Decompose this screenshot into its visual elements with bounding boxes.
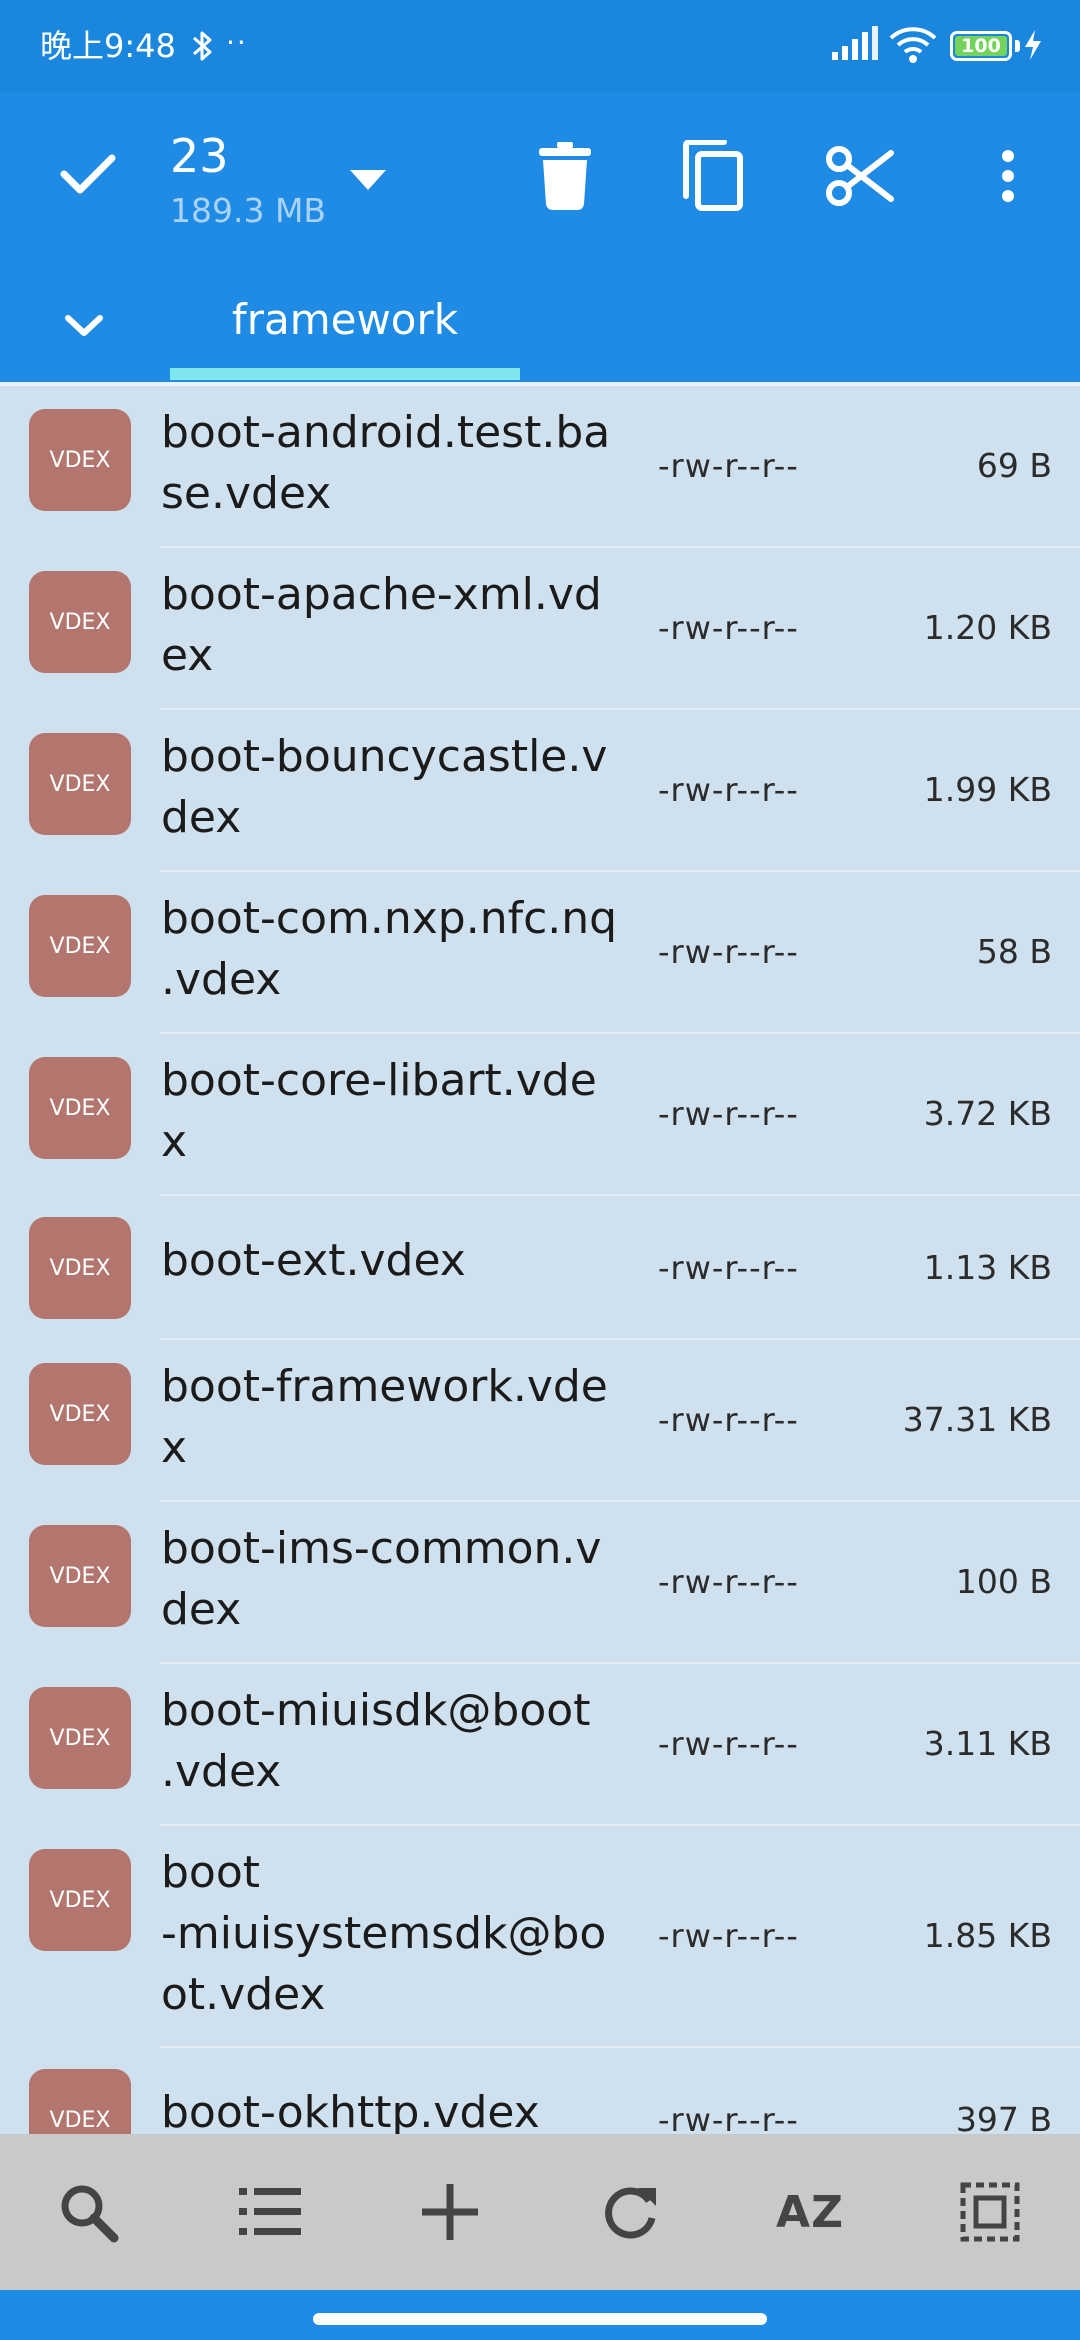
list-item[interactable]: VDEX boot-okhttp.vdex -rw-r--r-- 397 B: [0, 2048, 1080, 2134]
file-size: 1.85 KB: [923, 1916, 1052, 1955]
bluetooth-icon: [190, 28, 216, 68]
file-name: boot-core-libart.vde x: [161, 1055, 597, 1167]
selected-size: 189.3 MB: [170, 191, 327, 230]
search-icon[interactable]: [40, 2164, 136, 2260]
battery-level: 100: [961, 35, 1001, 57]
file-size: 1.99 KB: [923, 770, 1052, 809]
list-item[interactable]: VDEX boot-ims-common.v dex -rw-r--r-- 10…: [0, 1502, 1080, 1664]
tab-framework-label: framework: [231, 295, 459, 344]
status-time: 晚上9:48: [40, 27, 176, 65]
selection-toolbar: 23 189.3 MB framework: [0, 92, 1080, 382]
file-name: boot-miuisdk@boot .vdex: [161, 1685, 591, 1797]
status-bar: 晚上9:48 ·· 100: [0, 0, 1080, 92]
file-name: boot-com.nxp.nfc.nq .vdex: [161, 893, 618, 1005]
vdex-file-icon: VDEX: [29, 2069, 131, 2134]
file-size: 37.31 KB: [902, 1400, 1052, 1439]
vdex-file-icon: VDEX: [29, 1057, 131, 1159]
file-size: 58 B: [976, 932, 1052, 971]
file-permissions: -rw-r--r--: [658, 933, 799, 971]
file-list[interactable]: VDEX boot-android.test.ba se.vdex -rw-r-…: [0, 386, 1080, 2134]
file-permissions: -rw-r--r--: [658, 609, 799, 647]
file-size: 1.13 KB: [923, 1248, 1052, 1287]
chevron-down-icon[interactable]: [340, 158, 396, 202]
list-item[interactable]: VDEX boot-android.test.ba se.vdex -rw-r-…: [0, 386, 1080, 548]
file-permissions: -rw-r--r--: [658, 1725, 799, 1763]
file-permissions: -rw-r--r--: [658, 1563, 799, 1601]
cut-icon[interactable]: [818, 136, 902, 216]
file-size: 69 B: [976, 446, 1052, 485]
bottom-action-bar: AZ: [0, 2134, 1080, 2290]
list-item[interactable]: VDEX boot-core-libart.vde x -rw-r--r-- 3…: [0, 1034, 1080, 1196]
vdex-file-icon: VDEX: [29, 733, 131, 835]
wifi-icon: [888, 24, 938, 68]
path-tabs: [0, 278, 1080, 382]
vdex-file-icon: VDEX: [29, 1687, 131, 1789]
file-name: boot-bouncycastle.v dex: [161, 731, 608, 843]
delete-icon[interactable]: [525, 136, 605, 216]
file-permissions: -rw-r--r--: [658, 1401, 799, 1439]
list-item[interactable]: VDEX boot-apache-xml.vd ex -rw-r--r-- 1.…: [0, 548, 1080, 710]
vdex-file-icon: VDEX: [29, 1217, 131, 1319]
chevron-down-icon[interactable]: [44, 298, 124, 354]
battery-icon: 100: [950, 31, 1012, 61]
list-item[interactable]: VDEX boot-ext.vdex -rw-r--r-- 1.13 KB: [0, 1196, 1080, 1340]
vdex-file-icon: VDEX: [29, 1363, 131, 1465]
list-item[interactable]: VDEX boot-com.nxp.nfc.nq .vdex -rw-r--r-…: [0, 872, 1080, 1034]
file-name: boot-ext.vdex: [161, 1235, 466, 1286]
more-options-icon[interactable]: [968, 136, 1048, 216]
notification-dots: ··: [226, 26, 248, 59]
file-permissions: -rw-r--r--: [658, 2101, 799, 2134]
file-size: 397 B: [955, 2100, 1052, 2134]
check-icon[interactable]: [48, 134, 128, 214]
vdex-file-icon: VDEX: [29, 1525, 131, 1627]
list-item[interactable]: VDEX boot-framework.vde x -rw-r--r-- 37.…: [0, 1340, 1080, 1502]
file-permissions: -rw-r--r--: [658, 771, 799, 809]
file-name: boot-apache-xml.vd ex: [161, 569, 602, 681]
file-size: 1.20 KB: [923, 608, 1052, 647]
home-indicator[interactable]: [313, 2313, 767, 2325]
system-nav-bar: [0, 2290, 1080, 2340]
list-item[interactable]: VDEX boot-bouncycastle.v dex -rw-r--r-- …: [0, 710, 1080, 872]
file-permissions: -rw-r--r--: [658, 1095, 799, 1133]
vdex-file-icon: VDEX: [29, 571, 131, 673]
file-name: boot-okhttp.vdex: [161, 2087, 540, 2134]
tab-framework[interactable]: framework: [170, 292, 520, 348]
refresh-icon[interactable]: [582, 2164, 678, 2260]
vdex-file-icon: VDEX: [29, 1849, 131, 1951]
file-permissions: -rw-r--r--: [658, 1249, 799, 1287]
file-name: boot -miuisystemsdk@bo ot.vdex: [161, 1847, 607, 2020]
list-view-icon[interactable]: [222, 2164, 318, 2260]
file-name: boot-ims-common.v dex: [161, 1523, 602, 1635]
list-item[interactable]: VDEX boot-miuisdk@boot .vdex -rw-r--r-- …: [0, 1664, 1080, 1826]
active-tab-indicator: [170, 368, 520, 380]
file-size: 100 B: [955, 1562, 1052, 1601]
signal-icon: [830, 26, 878, 66]
file-size: 3.72 KB: [923, 1094, 1052, 1133]
sort-button[interactable]: AZ: [762, 2164, 858, 2260]
file-name: boot-android.test.ba se.vdex: [161, 407, 611, 519]
file-permissions: -rw-r--r--: [658, 1917, 799, 1955]
charging-icon: [1022, 28, 1044, 66]
vdex-file-icon: VDEX: [29, 895, 131, 997]
select-all-icon[interactable]: [942, 2164, 1038, 2260]
copy-icon[interactable]: [672, 136, 752, 216]
file-name: boot-framework.vde x: [161, 1361, 608, 1473]
list-item[interactable]: VDEX boot -miuisystemsdk@bo ot.vdex -rw-…: [0, 1826, 1080, 2048]
vdex-file-icon: VDEX: [29, 409, 131, 511]
add-icon[interactable]: [402, 2164, 498, 2260]
file-permissions: -rw-r--r--: [658, 447, 799, 485]
selected-count: 23: [170, 129, 229, 183]
file-size: 3.11 KB: [923, 1724, 1052, 1763]
